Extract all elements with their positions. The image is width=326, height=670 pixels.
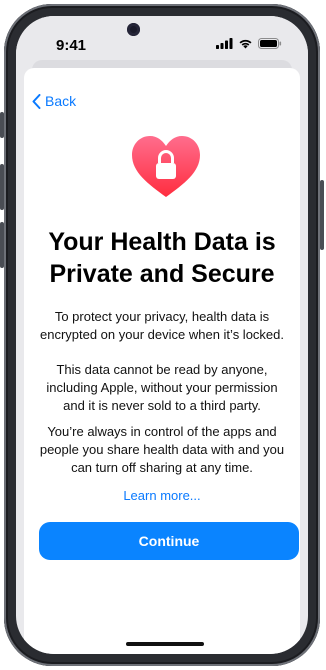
phone-frame: 9:41 Back Your Health Data is Private an… [0,4,324,666]
privacy-sheet: Back Your Health Data is Private and Sec… [24,68,300,654]
cellular-signal-icon [216,38,233,49]
power-button [320,180,324,250]
battery-icon [258,38,282,49]
page-title: Your Health Data is Private and Secure [48,228,276,288]
privacy-paragraph-control: You’re always in control of the apps and… [39,424,285,475]
status-time: 9:41 [56,37,87,54]
front-camera [127,23,140,36]
wifi-icon [239,39,252,49]
volume-up-button [0,164,4,210]
status-icons [216,38,282,49]
learn-more-link[interactable]: Learn more... [24,488,300,503]
volume-down-button [0,222,4,268]
heart-lock-icon [130,134,202,200]
chevron-left-icon [32,93,41,109]
action-button [0,112,4,138]
back-label: Back [45,93,77,109]
privacy-paragraph-encryption: To protect your privacy, health data is … [39,309,284,342]
screen: 9:41 Back Your Health Data is Private an… [16,16,308,654]
privacy-paragraph-apple: This data cannot be read by anyone, incl… [46,362,278,413]
continue-button[interactable]: Continue [39,522,299,560]
home-indicator[interactable] [126,642,204,646]
back-button[interactable]: Back [32,93,76,109]
